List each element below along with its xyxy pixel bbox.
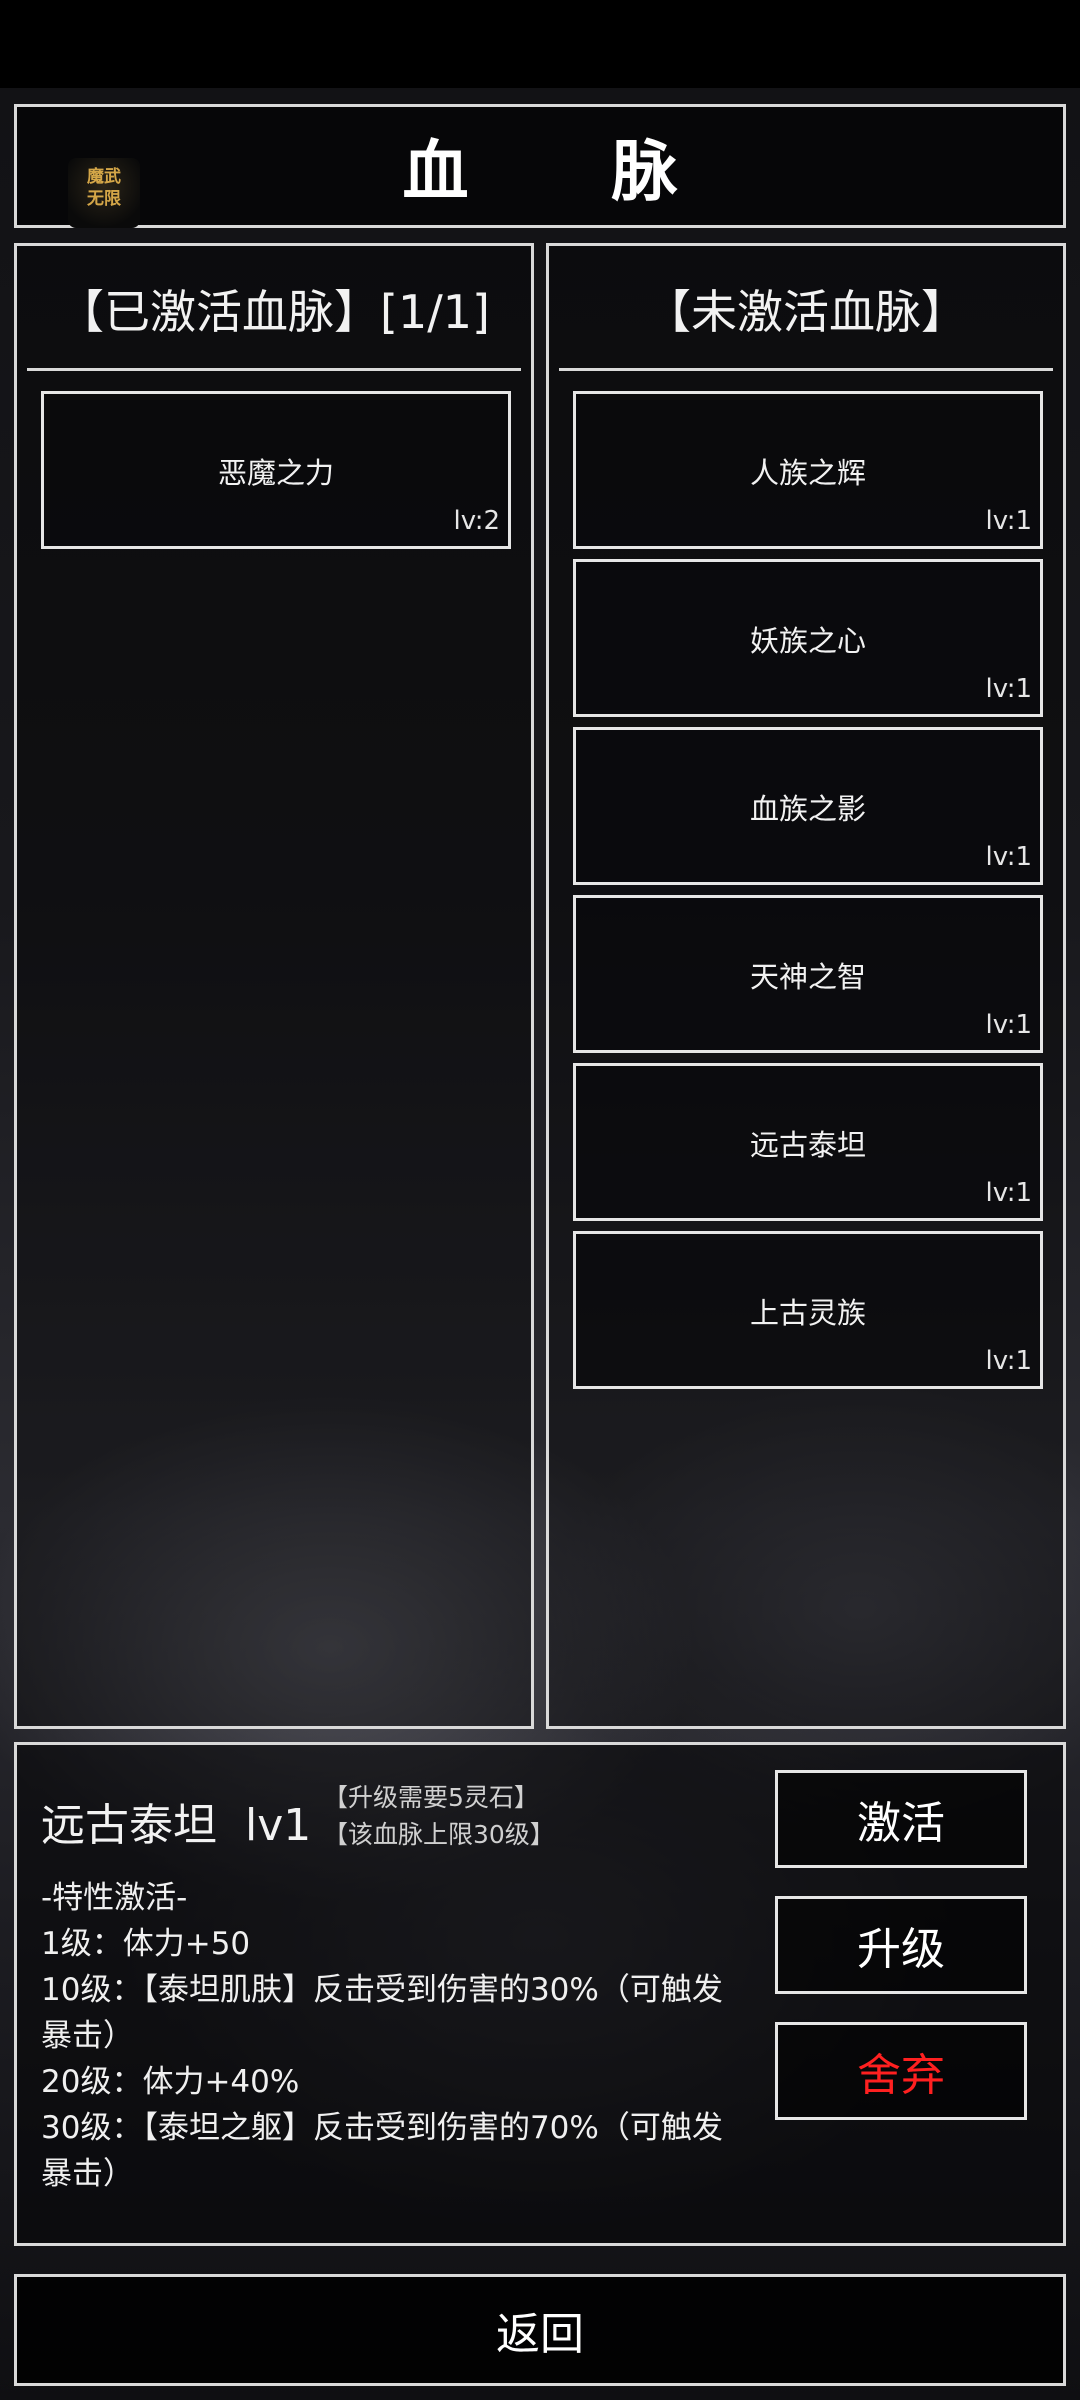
divider [27, 368, 521, 371]
inactive-bloodlines-panel: 【未激活血脉】 人族之辉 lv:1 妖族之心 lv:1 血族之影 lv:1 天神… [546, 243, 1066, 1729]
game-logo: 魔武 无限 [68, 158, 140, 228]
back-button[interactable]: 返回 [14, 2274, 1066, 2386]
bloodline-card[interactable]: 血族之影 lv:1 [573, 727, 1043, 885]
bloodline-name: 上古灵族 [749, 1296, 866, 1330]
trait-line: 20级：体力+40% [41, 2064, 300, 2100]
bloodline-name: 人族之辉 [749, 456, 866, 490]
bloodline-level: lv:2 [453, 506, 501, 536]
bloodline-level: lv:1 [985, 1010, 1033, 1040]
bloodline-card[interactable]: 天神之智 lv:1 [573, 895, 1043, 1053]
upgrade-cost: 【升级需要5灵石】 [323, 1783, 539, 1812]
bloodline-card[interactable]: 妖族之心 lv:1 [573, 559, 1043, 717]
level-cap: 【该血脉上限30级】 [323, 1820, 555, 1849]
bloodline-card[interactable]: 人族之辉 lv:1 [573, 391, 1043, 549]
activated-bloodlines-panel: 【已激活血脉】[1/1] 恶魔之力 lv:2 [14, 243, 534, 1729]
bloodline-name: 天神之智 [749, 960, 866, 994]
page-title: 血 脉 [402, 133, 738, 210]
traits-title: -特性激活- [41, 1880, 188, 1916]
trait-line: 30级：【泰坦之躯】反击受到伤害的70%（可触发暴击） [41, 2110, 723, 2192]
bloodline-card-active[interactable]: 恶魔之力 lv:2 [41, 391, 511, 549]
bloodline-card[interactable]: 远古泰坦 lv:1 [573, 1063, 1043, 1221]
bloodline-level: lv:1 [985, 506, 1033, 536]
bloodline-name: 远古泰坦 [749, 1128, 866, 1162]
bloodline-level: lv:1 [985, 1178, 1033, 1208]
activated-panel-title: 【已激活血脉】[1/1] [58, 285, 490, 339]
bloodline-name: 恶魔之力 [217, 456, 334, 490]
trait-list: -特性激活- 1级：体力+50 10级：【泰坦肌肤】反击受到伤害的30%（可触发… [41, 1875, 741, 2197]
inactive-panel-title: 【未激活血脉】 [645, 285, 967, 339]
bloodline-level: lv:1 [985, 674, 1033, 704]
activate-button[interactable]: 激活 [775, 1770, 1027, 1868]
trait-line: 10级：【泰坦肌肤】反击受到伤害的30%（可触发暴击） [41, 1972, 723, 2054]
bloodline-name: 妖族之心 [749, 624, 866, 658]
title-bar: 血 脉 [14, 104, 1066, 228]
upgrade-requirements: 【升级需要5灵石】 【该血脉上限30级】 [323, 1779, 555, 1853]
divider [559, 368, 1053, 371]
bloodline-name: 血族之影 [749, 792, 866, 826]
bloodline-level: lv:1 [985, 842, 1033, 872]
bloodline-detail-panel: 远古泰坦 lv1 【升级需要5灵石】 【该血脉上限30级】 -特性激活- 1级：… [14, 1742, 1066, 2246]
abandon-button[interactable]: 舍弃 [775, 2022, 1027, 2120]
upgrade-button[interactable]: 升级 [775, 1896, 1027, 1994]
bloodline-card[interactable]: 上古灵族 lv:1 [573, 1231, 1043, 1389]
trait-line: 1级：体力+50 [41, 1926, 251, 1962]
selected-bloodline-name: 远古泰坦 lv1 [41, 1800, 312, 1851]
bloodline-level: lv:1 [985, 1346, 1033, 1376]
